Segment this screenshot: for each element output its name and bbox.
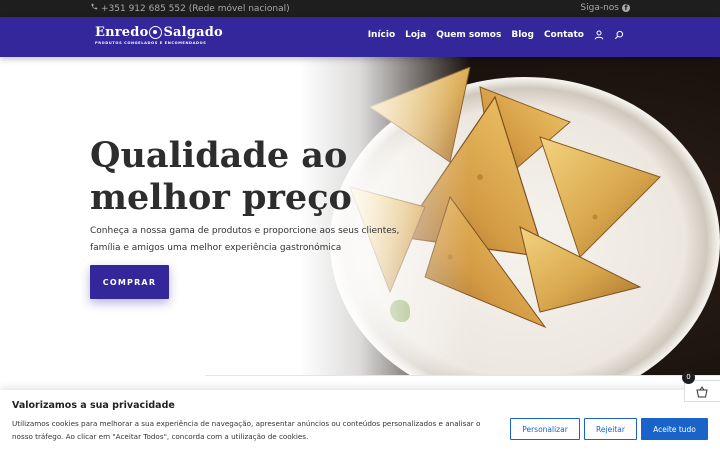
- cookie-title: Valorizamos a sua privacidade: [12, 400, 175, 411]
- hero-title-line-2: melhor preço: [90, 177, 352, 218]
- logo-text-right: Salgado: [163, 25, 223, 40]
- cookie-text: Utilizamos cookies para melhorar a sua e…: [12, 419, 481, 441]
- top-bar: +351 912 685 552 (Rede móvel nacional) S…: [0, 0, 720, 17]
- logo[interactable]: Enredo Salgado PRODUTOS CONGELADOS E ENC…: [95, 25, 223, 45]
- phone-contact[interactable]: +351 912 685 552 (Rede móvel nacional): [90, 3, 290, 14]
- cart-count-badge: 0: [682, 371, 695, 384]
- nav-quem-somos[interactable]: Quem somos: [436, 30, 501, 40]
- facebook-icon[interactable]: f: [622, 4, 630, 12]
- main-nav: Início Loja Quem somos Blog Contato: [368, 30, 624, 40]
- cookie-banner: Valorizamos a sua privacidade Utilizamos…: [0, 390, 720, 450]
- logo-tagline: PRODUTOS CONGELADOS E ENCOMENDADOS: [95, 41, 207, 45]
- floating-cart[interactable]: 0: [682, 371, 720, 402]
- customize-cookies-button[interactable]: Personalizar: [510, 418, 580, 440]
- hero-title-line-1: Qualidade ao: [90, 135, 348, 176]
- reject-cookies-button[interactable]: Rejeitar: [584, 418, 637, 440]
- site-header: Enredo Salgado PRODUTOS CONGELADOS E ENC…: [0, 17, 720, 57]
- phone-number[interactable]: +351 912 685 552 (Rede móvel nacional): [101, 4, 290, 14]
- buy-button[interactable]: COMPRAR: [90, 265, 169, 299]
- nav-blog[interactable]: Blog: [511, 30, 534, 40]
- nav-loja[interactable]: Loja: [405, 30, 426, 40]
- nav-inicio[interactable]: Início: [368, 30, 395, 40]
- search-icon[interactable]: [614, 30, 624, 40]
- follow-label: Siga-nos: [580, 3, 619, 13]
- hero-subtitle: Conheça a nossa gama de produtos e propo…: [90, 226, 400, 253]
- section-divider: [205, 375, 720, 376]
- hero-section: Qualidade ao melhor preço Conheça a noss…: [0, 57, 720, 375]
- user-icon[interactable]: [594, 30, 604, 40]
- hero-title: Qualidade ao melhor preço: [90, 135, 390, 219]
- logo-wordmark: Enredo Salgado: [95, 25, 223, 40]
- phone-icon: [90, 3, 98, 14]
- logo-flower-icon: [149, 26, 163, 39]
- nav-contato[interactable]: Contato: [544, 30, 584, 40]
- accept-all-cookies-button[interactable]: Aceite tudo: [641, 418, 708, 440]
- logo-text-left: Enredo: [95, 25, 149, 40]
- social-follow[interactable]: Siga-nos f: [580, 3, 630, 13]
